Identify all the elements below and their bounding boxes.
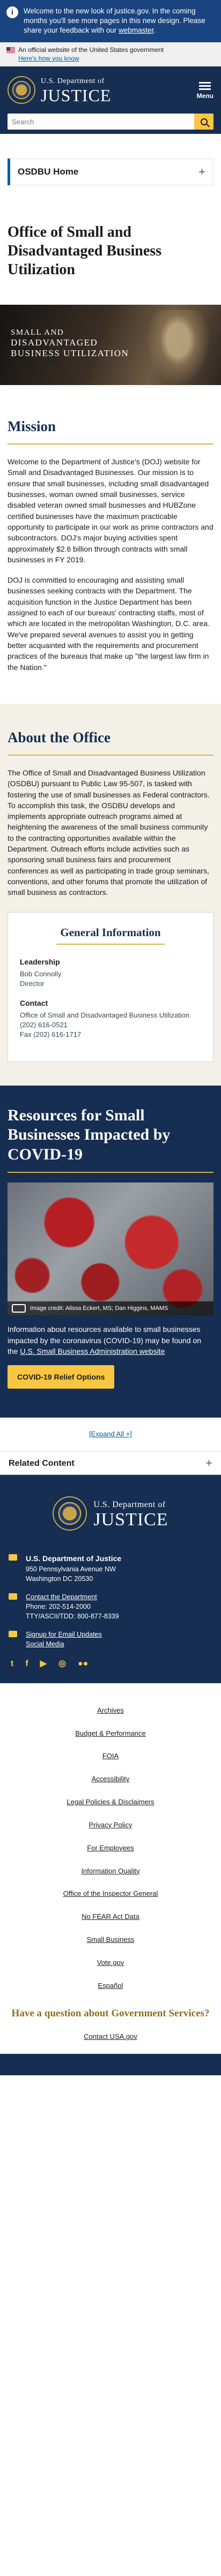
search-icon (200, 118, 208, 125)
footer-link-accessibility[interactable]: Accessibility (0, 1768, 221, 1791)
contact-org: Office of Small and Disadvantaged Busine… (20, 1011, 190, 1019)
gov-banner-text: An official website of the United States… (18, 46, 164, 54)
address-title: U.S. Department of Justice (26, 1554, 122, 1563)
footer-contact: Contact the Department Phone: 202-514-20… (9, 1592, 212, 1621)
instagram-icon[interactable]: ◎ (58, 1658, 66, 1670)
hero-text: SMALL AND DISADVANTAGED BUSINESS UTILIZA… (11, 328, 129, 358)
info-icon: i (6, 6, 18, 18)
covid-relief-button[interactable]: COVID-19 Relief Options (8, 1365, 115, 1389)
search-form (8, 114, 213, 130)
leader-name: Bob Connolly (20, 970, 62, 978)
gold-divider (8, 1172, 213, 1173)
about-section: About the Office The Office of Small and… (0, 703, 221, 1086)
social-media-link[interactable]: Social Media (26, 1640, 64, 1648)
covid-section: Resources for Small Businesses Impacted … (0, 1085, 221, 1418)
email-icon (9, 1631, 17, 1638)
footer-signup: Signup for Email Updates Social Media (9, 1630, 212, 1649)
footer-agency-big: JUSTICE (93, 1509, 168, 1530)
site-header: U.S. Department of JUSTICE Menu (0, 66, 221, 134)
side-nav-toggle[interactable]: OSDBU Home + (8, 159, 213, 186)
footer-link-archives[interactable]: Archives (0, 1699, 221, 1722)
contact-fax: Fax (202) 616-1717 (20, 1030, 82, 1039)
footer-link-oig[interactable]: Office of the Inspector General (0, 1882, 221, 1905)
search-button[interactable] (194, 114, 213, 130)
sba-website-link[interactable]: U.S. Small Business Administration websi… (20, 1347, 165, 1355)
general-information-card: General Information Leadership Bob Conno… (8, 912, 213, 1062)
leader-title: Director (20, 980, 45, 988)
mission-paragraph: Welcome to the Department of Justice's (… (8, 457, 213, 564)
about-heading: About the Office (8, 729, 110, 745)
footer-link-budget[interactable]: Budget & Performance (0, 1722, 221, 1745)
covid-heading: Resources for Small Businesses Impacted … (8, 1106, 171, 1163)
related-content-accordion[interactable]: Related Content + (0, 1451, 221, 1475)
mission-heading: Mission (8, 418, 56, 435)
government-services-question: Have a question about Government Service… (0, 1998, 221, 2049)
doj-seal-icon (8, 76, 35, 104)
footer-logo[interactable]: U.S. Department of JUSTICE (9, 1496, 212, 1531)
contact-label: Contact (20, 998, 48, 1007)
related-content-label: Related Content (9, 1458, 75, 1468)
gold-divider (8, 754, 213, 756)
leadership-label: Leadership (20, 957, 60, 966)
plus-icon: + (198, 165, 205, 179)
alert-text: Welcome to the new look of justice.gov. … (24, 7, 205, 35)
building-icon (9, 1554, 17, 1561)
page-title: Office of Small and Disadvantaged Busine… (8, 224, 162, 278)
general-info-heading: General Information (60, 925, 161, 939)
camera-icon (12, 1304, 26, 1313)
email-signup-link[interactable]: Signup for Email Updates (26, 1631, 102, 1638)
contact-usa-gov-link[interactable]: Contact USA.gov (9, 2025, 212, 2048)
footer-agency-small: U.S. Department of (93, 1500, 166, 1509)
agency-name-big: JUSTICE (41, 86, 112, 106)
site-alert: i Welcome to the new look of justice.gov… (0, 0, 221, 42)
heres-how-you-know-link[interactable]: Here's how you know (18, 55, 79, 62)
agency-name-small: U.S. Department of (41, 77, 105, 86)
search-input[interactable] (8, 114, 194, 130)
menu-label: Menu (196, 92, 213, 100)
expand-all-row: [Expand All +] (0, 1418, 221, 1451)
image-caption: Image credit: Alissa Eckert, MS; Dan Hig… (8, 1301, 213, 1316)
mission-section: Mission Welcome to the Department of Jus… (0, 385, 221, 704)
footer-link-info-quality[interactable]: Information Quality (0, 1860, 221, 1883)
gold-divider (8, 443, 213, 445)
flickr-icon[interactable]: ●● (78, 1658, 88, 1670)
footer-address: U.S. Department of Justice 950 Pennsylva… (9, 1553, 212, 1584)
phone-icon (9, 1593, 17, 1600)
expand-all-link[interactable]: [Expand All +] (89, 1430, 132, 1438)
footer-link-legal[interactable]: Legal Policies & Disclaimers (0, 1791, 221, 1814)
youtube-icon[interactable]: ▶ (40, 1658, 47, 1670)
covid-paragraph: Information about resources available to… (8, 1325, 202, 1355)
twitter-icon[interactable]: t (11, 1658, 13, 1670)
site-footer: U.S. Department of JUSTICE U.S. Departme… (0, 1475, 221, 2076)
social-icons: t f ▶ ◎ ●● (9, 1658, 212, 1670)
side-nav-label: OSDBU Home (18, 166, 79, 177)
question-heading: Have a question about Government Service… (11, 2007, 210, 2019)
hamburger-icon (199, 82, 211, 91)
contact-department-link[interactable]: Contact the Department (26, 1593, 97, 1601)
footer-link-small-business[interactable]: Small Business (0, 1929, 221, 1952)
webmaster-link[interactable]: webmaster (119, 26, 153, 34)
footer-links: Archives Budget & Performance FOIA Acces… (0, 1683, 221, 2054)
coronavirus-image: Image credit: Alissa Eckert, MS; Dan Hig… (8, 1182, 213, 1316)
hero-banner: SMALL AND DISADVANTAGED BUSINESS UTILIZA… (0, 305, 221, 386)
footer-link-no-fear[interactable]: No FEAR Act Data (0, 1905, 221, 1929)
gold-divider (56, 943, 165, 945)
doj-seal-icon (53, 1496, 87, 1531)
mission-paragraph: DOJ is committed to encouraging and assi… (8, 576, 210, 672)
footer-link-privacy[interactable]: Privacy Policy (0, 1814, 221, 1837)
us-flag-icon (6, 47, 15, 54)
gov-banner-toggle-row: Here's how you know (0, 54, 221, 67)
menu-button[interactable]: Menu (197, 80, 213, 101)
footer-link-employees[interactable]: For Employees (0, 1837, 221, 1860)
contact-phone: (202) 616-0521 (20, 1021, 68, 1029)
plus-icon: + (205, 1456, 212, 1470)
footer-link-vote[interactable]: Vote.gov (0, 1952, 221, 1975)
footer-link-foia[interactable]: FOIA (0, 1745, 221, 1768)
facebook-icon[interactable]: f (25, 1658, 28, 1670)
about-paragraph: The Office of Small and Disadvantaged Bu… (8, 768, 210, 897)
site-logo[interactable]: U.S. Department of JUSTICE (8, 66, 213, 104)
footer-link-espanol[interactable]: Español (0, 1975, 221, 1998)
